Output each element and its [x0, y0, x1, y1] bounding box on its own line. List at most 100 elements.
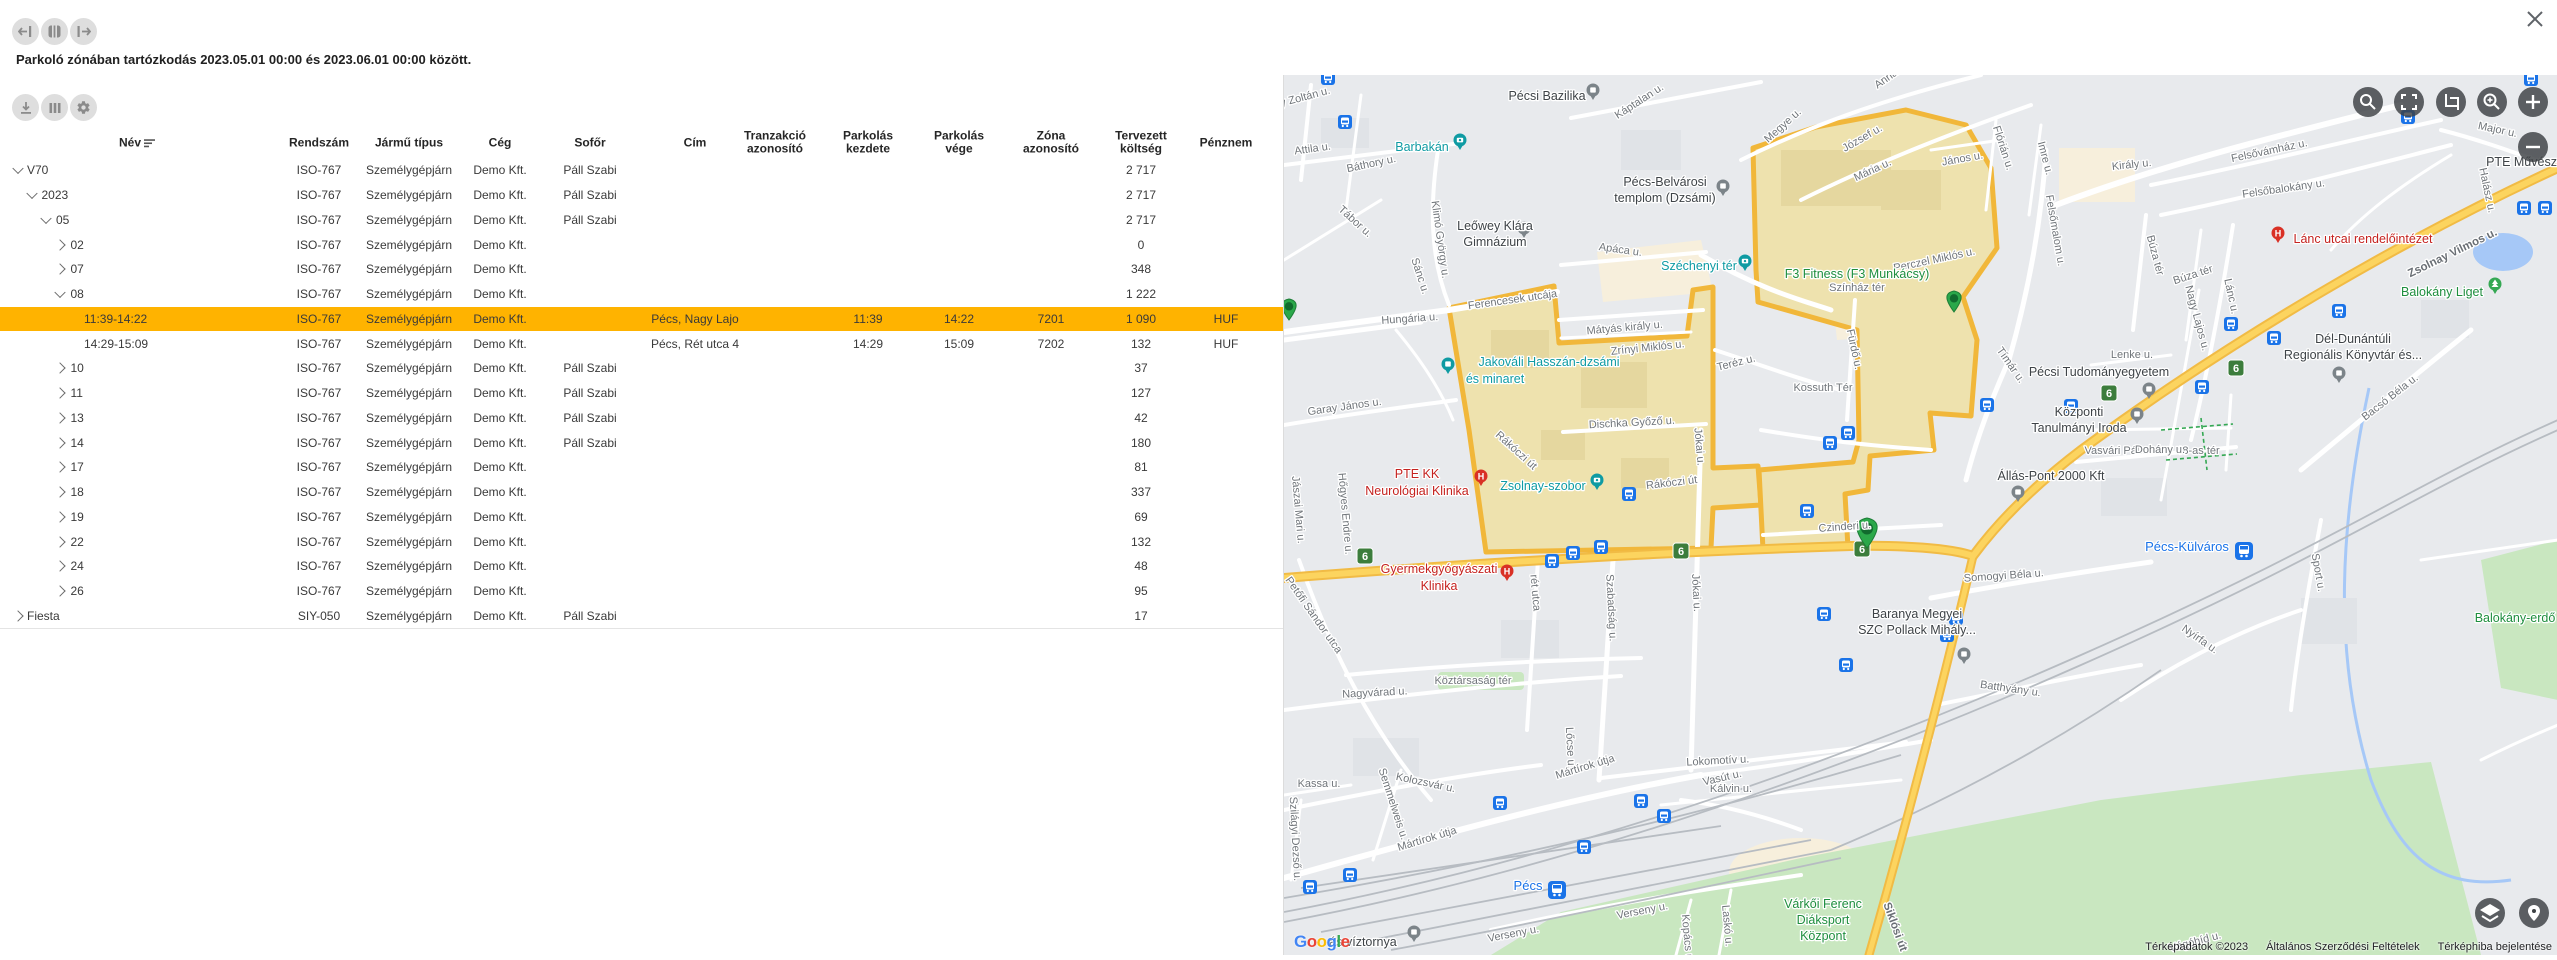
train-pin[interactable] — [1548, 881, 1566, 899]
table-row[interactable]: 2023ISO-767SzemélygépjárnDemo Kft.Páll S… — [0, 183, 1283, 209]
chevron-right-icon[interactable] — [54, 536, 65, 547]
chevron-down-icon[interactable] — [40, 213, 51, 224]
transit-stop-icon[interactable] — [1980, 398, 1994, 412]
chevron-right-icon[interactable] — [54, 511, 65, 522]
transit-stop-icon[interactable] — [1839, 658, 1853, 672]
column-header-start[interactable]: Parkoláskezdete — [843, 129, 893, 156]
panels-button[interactable] — [41, 18, 68, 45]
transit-stop-icon[interactable] — [1493, 796, 1507, 810]
transit-stop-icon[interactable] — [1321, 75, 1335, 85]
table-row[interactable]: 19ISO-767SzemélygépjárnDemo Kft.69 — [0, 505, 1283, 531]
column-header-cost[interactable]: Tervezettköltség — [1115, 129, 1167, 156]
chevron-right-icon[interactable] — [54, 239, 65, 250]
transit-stop-icon[interactable] — [2517, 201, 2531, 215]
transit-stop-icon[interactable] — [1817, 607, 1831, 621]
transit-stop-icon[interactable] — [2332, 304, 2346, 318]
map-label: SZC Pollack Mihály... — [1858, 623, 1976, 637]
chevron-down-icon[interactable] — [54, 287, 65, 298]
column-header-end[interactable]: Parkolásvége — [934, 129, 984, 156]
table-row[interactable]: 22ISO-767SzemélygépjárnDemo Kft.132 — [0, 529, 1283, 555]
chevron-right-icon[interactable] — [54, 437, 65, 448]
table-row[interactable]: 13ISO-767SzemélygépjárnDemo Kft.Páll Sza… — [0, 406, 1283, 432]
train-pin[interactable] — [2235, 542, 2253, 560]
transit-stop-icon[interactable] — [1338, 115, 1352, 129]
column-header-address[interactable]: Cím — [684, 136, 707, 150]
map-crop-button[interactable] — [2436, 87, 2466, 117]
chevron-right-icon[interactable] — [54, 462, 65, 473]
transit-stop-icon[interactable] — [1800, 504, 1814, 518]
transit-stop-icon[interactable] — [1566, 546, 1580, 560]
chevron-down-icon[interactable] — [26, 188, 37, 199]
table-row[interactable]: V70ISO-767SzemélygépjárnDemo Kft.Páll Sz… — [0, 158, 1283, 184]
table-row[interactable]: 14ISO-767SzemélygépjárnDemo Kft.Páll Sza… — [0, 430, 1283, 456]
chevron-right-icon[interactable] — [54, 264, 65, 275]
table-row[interactable]: 17ISO-767SzemélygépjárnDemo Kft.81 — [0, 455, 1283, 481]
close-button[interactable] — [2522, 6, 2548, 32]
chevron-right-icon[interactable] — [54, 561, 65, 572]
chevron-right-icon[interactable] — [54, 387, 65, 398]
chevron-right-icon[interactable] — [54, 363, 65, 374]
map-zoom-search-button[interactable] — [2477, 87, 2507, 117]
settings-button[interactable] — [70, 94, 97, 121]
transit-stop-icon[interactable] — [2524, 75, 2538, 86]
google-logo[interactable]: Google — [1294, 932, 1350, 952]
table-row[interactable]: 26ISO-767SzemélygépjárnDemo Kft.95 — [0, 579, 1283, 605]
chevron-right-icon[interactable] — [54, 412, 65, 423]
map-fullscreen-button[interactable] — [2394, 87, 2424, 117]
transit-stop-icon[interactable] — [2224, 317, 2238, 331]
transit-stop-icon[interactable] — [1823, 436, 1837, 450]
column-header-plate[interactable]: Rendszám — [289, 136, 349, 150]
transit-stop-icon[interactable] — [1594, 540, 1608, 554]
table-row[interactable]: 24ISO-767SzemélygépjárnDemo Kft.48 — [0, 554, 1283, 580]
column-header-name[interactable]: Név — [119, 136, 141, 150]
download-button[interactable] — [12, 94, 39, 121]
cell-plate: ISO-767 — [297, 312, 342, 326]
cell-plate: ISO-767 — [297, 411, 342, 425]
map-my-location-button[interactable] — [2519, 898, 2549, 928]
transit-stop-icon[interactable] — [2195, 380, 2209, 394]
map-zoom-out-button[interactable] — [2518, 132, 2548, 162]
attribution-link[interactable]: Térképhiba bejelentése — [2438, 941, 2552, 953]
table-row[interactable]: 08ISO-767SzemélygépjárnDemo Kft.1 222 — [0, 282, 1283, 308]
transit-stop-icon[interactable] — [1545, 554, 1559, 568]
table-row[interactable]: 11:39-14:22ISO-767SzemélygépjárnDemo Kft… — [0, 307, 1283, 333]
table-row[interactable]: 02ISO-767SzemélygépjárnDemo Kft.0 — [0, 232, 1283, 258]
chevron-down-icon[interactable] — [12, 163, 23, 174]
table-header: Név Rendszám Jármű típus Cég Sofőr Cím Tranzak… — [0, 127, 1283, 159]
table-row[interactable]: 07ISO-767SzemélygépjárnDemo Kft.348 — [0, 257, 1283, 283]
map-search-button[interactable] — [2353, 87, 2383, 117]
transit-stop-icon[interactable] — [1634, 794, 1648, 808]
map-zoom-in-button[interactable] — [2518, 87, 2548, 117]
transit-stop-icon[interactable] — [1343, 868, 1357, 882]
map-layers-button[interactable] — [2475, 898, 2505, 928]
column-header-company[interactable]: Cég — [489, 136, 512, 150]
transit-stop-icon[interactable] — [1841, 426, 1855, 440]
column-header-driver[interactable]: Sofőr — [574, 136, 605, 150]
column-header-txn[interactable]: Tranzakcióazonosító — [744, 129, 806, 156]
transit-stop-icon[interactable] — [1657, 809, 1671, 823]
transit-stop-icon[interactable] — [1622, 487, 1636, 501]
chevron-right-icon[interactable] — [54, 585, 65, 596]
table-row[interactable]: 05ISO-767SzemélygépjárnDemo Kft.Páll Sza… — [0, 208, 1283, 234]
column-header-currency[interactable]: Pénznem — [1200, 136, 1253, 150]
map-canvas[interactable]: 66666HHHy Zoltán u.Attila u.Báthory u.Tá… — [1284, 75, 2557, 955]
transit-stop-icon[interactable] — [1303, 880, 1317, 894]
collapse-left-button[interactable] — [12, 18, 39, 45]
table-row[interactable]: 11ISO-767SzemélygépjárnDemo Kft.Páll Sza… — [0, 381, 1283, 407]
attribution-link[interactable]: Általános Szerződési Feltételek — [2266, 941, 2419, 953]
transit-stop-icon[interactable] — [1577, 840, 1591, 854]
columns-button[interactable] — [41, 94, 68, 121]
expand-right-button[interactable] — [70, 18, 97, 45]
table-row[interactable]: 10ISO-767SzemélygépjárnDemo Kft.Páll Sza… — [0, 356, 1283, 382]
table-row[interactable]: FiestaSIY-050SzemélygépjárnDemo Kft.Páll… — [0, 604, 1283, 630]
transit-stop-icon[interactable] — [2538, 201, 2552, 215]
chevron-right-icon[interactable] — [12, 610, 23, 621]
transit-stop-icon[interactable] — [2267, 331, 2281, 345]
row-name: 10 — [71, 361, 84, 375]
map-container[interactable]: 66666HHHy Zoltán u.Attila u.Báthory u.Tá… — [1283, 75, 2557, 955]
column-header-vehicle[interactable]: Jármű típus — [375, 136, 443, 150]
chevron-right-icon[interactable] — [54, 486, 65, 497]
table-row[interactable]: 18ISO-767SzemélygépjárnDemo Kft.337 — [0, 480, 1283, 506]
column-header-zone[interactable]: Zónaazonosító — [1023, 129, 1079, 156]
table-row[interactable]: 14:29-15:09ISO-767SzemélygépjárnDemo Kft… — [0, 331, 1283, 357]
